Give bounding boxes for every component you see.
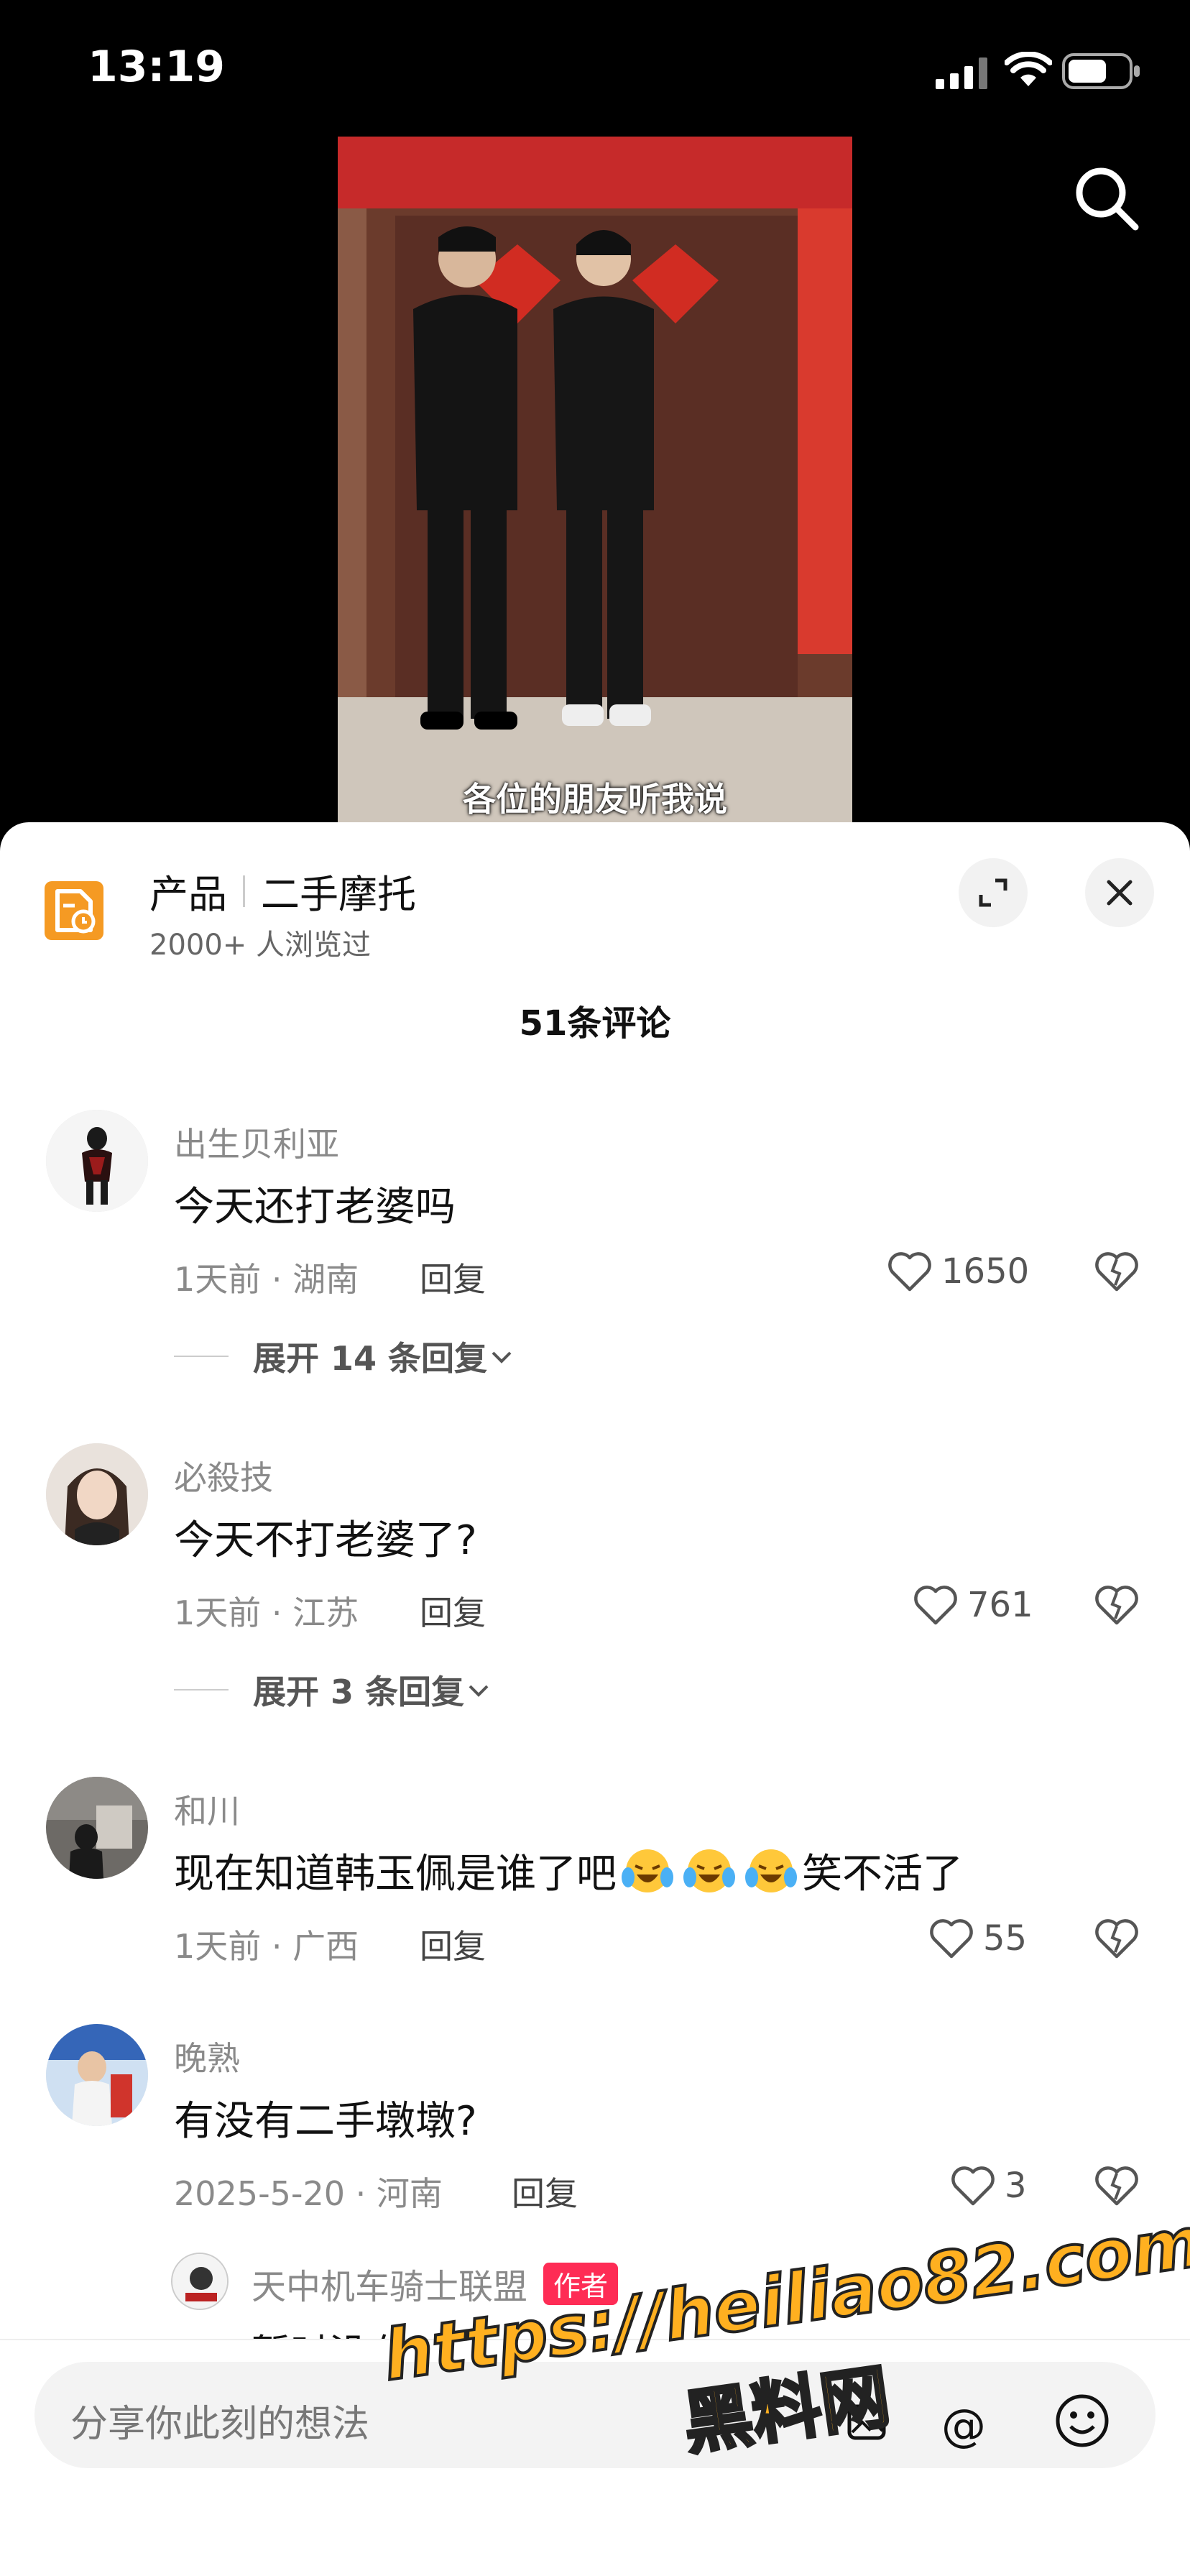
video-frame bbox=[338, 137, 852, 827]
image-icon[interactable] bbox=[847, 2402, 887, 2442]
chevron-down-icon bbox=[469, 1685, 489, 1697]
author-name: 天中机车骑士联盟 bbox=[252, 2267, 528, 2307]
heart-icon bbox=[951, 2166, 995, 2206]
heart-icon bbox=[930, 1919, 973, 1959]
video-player[interactable]: 各位的朋友听我说 bbox=[338, 137, 852, 827]
product-label: 产品 bbox=[149, 872, 227, 917]
svg-text:@: @ bbox=[941, 2402, 986, 2452]
crying-laughing-emoji-icon bbox=[745, 1849, 797, 1892]
close-icon bbox=[1107, 880, 1133, 906]
comment-username[interactable]: 必殺技 bbox=[174, 1452, 273, 1499]
comment-text: 今天还打老婆吗 bbox=[174, 1184, 456, 1230]
comment-input[interactable]: 分享你此刻的想法 @ bbox=[34, 2362, 1156, 2468]
product-title[interactable]: 产品 二手摩托 bbox=[149, 862, 416, 919]
reply-button[interactable]: 回复 bbox=[420, 1254, 486, 1301]
product-views: 2000+ 人浏览过 bbox=[149, 929, 372, 962]
search-icon[interactable] bbox=[1071, 162, 1143, 234]
crying-laughing-emoji-icon bbox=[683, 1849, 735, 1892]
comment-text: 今天不打老婆了? bbox=[174, 1517, 477, 1564]
comment-username[interactable]: 晚熟 bbox=[174, 2033, 240, 2080]
expand-replies-button[interactable]: 展开 3 条回复 bbox=[174, 1666, 493, 1714]
comment-text: 现在知道韩玉佩是谁了吧 笑不活了 bbox=[174, 1841, 963, 1900]
comment-sheet: 产品 二手摩托 2000+ 人浏览过 51条评论 出生贝利亚 今天还打老婆吗 1… bbox=[0, 822, 1190, 2576]
author-username[interactable]: 天中机车骑士联盟 作者 bbox=[252, 2258, 619, 2309]
comment-input-bar: 分享你此刻的想法 @ bbox=[0, 2339, 1190, 2576]
product-name: 二手摩托 bbox=[261, 872, 416, 917]
comment-count: 51条评论 bbox=[519, 1003, 671, 1044]
comment-text-part: 现在知道韩玉佩是谁了吧 bbox=[174, 1851, 617, 1898]
reply-button[interactable]: 回复 bbox=[512, 2168, 578, 2215]
avatar[interactable] bbox=[46, 1443, 148, 1545]
avatar[interactable] bbox=[46, 1777, 148, 1879]
comment-username[interactable]: 和川 bbox=[174, 1785, 240, 1833]
expand-replies-button[interactable]: 展开 14 条回复 bbox=[174, 1333, 516, 1380]
status-time: 13:19 bbox=[88, 42, 225, 92]
signal-icon bbox=[936, 58, 987, 89]
comment-meta: 2025-5-20 · 河南 bbox=[174, 2174, 443, 2213]
broken-heart-icon[interactable] bbox=[1094, 1584, 1140, 1626]
divider-line bbox=[174, 1356, 229, 1357]
like-count: 1650 bbox=[941, 1251, 1030, 1292]
crying-laughing-emoji-icon bbox=[622, 1849, 673, 1892]
battery-icon bbox=[1062, 53, 1140, 89]
wifi-icon bbox=[1005, 52, 1052, 86]
document-clock-icon bbox=[55, 889, 96, 934]
like-count: 55 bbox=[983, 1918, 1028, 1959]
like-button[interactable]: 1650 bbox=[887, 1251, 1029, 1292]
comment-input-placeholder: 分享你此刻的想法 bbox=[70, 2403, 370, 2446]
like-count: 3 bbox=[1005, 2166, 1027, 2206]
like-button[interactable]: 3 bbox=[950, 2165, 1027, 2207]
divider-line bbox=[174, 1689, 229, 1690]
author-badge: 作者 bbox=[543, 2262, 619, 2305]
chevron-down-icon bbox=[492, 1351, 512, 1363]
comment-meta: 1天前 · 江苏 bbox=[174, 1593, 359, 1632]
close-button[interactable] bbox=[1085, 858, 1154, 927]
fullscreen-button[interactable] bbox=[959, 858, 1028, 927]
expand-replies-label: 展开 3 条回复 bbox=[253, 1673, 465, 1711]
author-avatar[interactable] bbox=[171, 2253, 229, 2310]
heart-icon bbox=[914, 1586, 957, 1625]
broken-heart-icon[interactable] bbox=[1094, 2165, 1140, 2207]
product-icon[interactable] bbox=[45, 881, 103, 940]
avatar[interactable] bbox=[46, 2024, 148, 2126]
comment-meta: 1天前 · 湖南 bbox=[174, 1260, 359, 1299]
comment-text: 有没有二手墩墩? bbox=[174, 2098, 477, 2145]
comment-meta: 1天前 · 广西 bbox=[174, 1927, 359, 1966]
expand-replies-label: 展开 14 条回复 bbox=[253, 1339, 488, 1378]
comment-username[interactable]: 出生贝利亚 bbox=[174, 1118, 339, 1166]
avatar[interactable] bbox=[46, 1110, 148, 1212]
heart-icon bbox=[888, 1252, 931, 1292]
reply-button[interactable]: 回复 bbox=[420, 1587, 486, 1634]
emoji-icon[interactable] bbox=[1053, 2392, 1111, 2450]
video-subtitle: 各位的朋友听我说 bbox=[463, 780, 727, 819]
like-button[interactable]: 55 bbox=[928, 1918, 1027, 1959]
reply-button[interactable]: 回复 bbox=[420, 1920, 486, 1968]
comment-text-part: 笑不活了 bbox=[802, 1851, 963, 1898]
at-mention-icon[interactable]: @ bbox=[937, 2402, 990, 2455]
like-count: 761 bbox=[967, 1585, 1033, 1625]
broken-heart-icon[interactable] bbox=[1094, 1251, 1140, 1292]
title-divider bbox=[243, 875, 245, 907]
broken-heart-icon[interactable] bbox=[1094, 1918, 1140, 1959]
status-bar: 13:19 bbox=[0, 0, 1190, 137]
expand-icon bbox=[979, 878, 1007, 907]
like-button[interactable]: 761 bbox=[913, 1584, 1033, 1626]
